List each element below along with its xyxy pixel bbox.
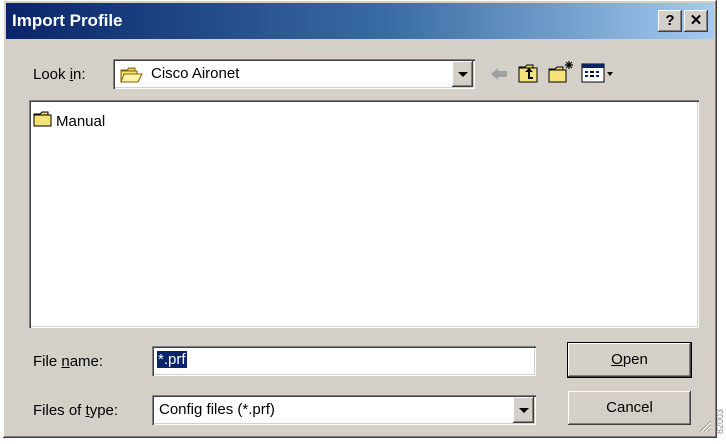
file-type-dropdown-arrow[interactable] bbox=[513, 397, 534, 423]
window-title: Import Profile bbox=[12, 11, 123, 30]
file-type-dropdown[interactable]: Config files (*.prf) bbox=[152, 395, 536, 425]
open-folder-icon bbox=[120, 67, 144, 88]
list-item[interactable]: Manual bbox=[33, 110, 105, 132]
folder-icon bbox=[33, 111, 53, 132]
open-button[interactable]: Open bbox=[567, 342, 692, 378]
file-name-label: Manual bbox=[56, 112, 106, 130]
close-button[interactable]: ✕ bbox=[684, 10, 708, 32]
look-in-label: Look in: bbox=[33, 66, 86, 83]
file-name-value: *.prf bbox=[157, 351, 187, 368]
look-in-value: Cisco Aironet bbox=[151, 65, 240, 82]
file-name-input[interactable]: *.prf bbox=[152, 346, 536, 376]
file-type-label: Files of type: bbox=[33, 402, 119, 419]
figure-number: 82003 bbox=[715, 408, 725, 434]
back-arrow-icon[interactable] bbox=[489, 66, 509, 87]
import-profile-dialog: Import Profile ? ✕ Look in: Cisco Airone… bbox=[3, 0, 717, 438]
file-name-label-text: File name: bbox=[33, 353, 104, 370]
cancel-button[interactable]: Cancel bbox=[568, 391, 691, 425]
file-type-value: Config files (*.prf) bbox=[159, 401, 275, 418]
title-bar[interactable]: Import Profile ? ✕ bbox=[6, 3, 714, 39]
look-in-dropdown[interactable]: Cisco Aironet bbox=[113, 59, 475, 89]
up-folder-icon[interactable] bbox=[517, 62, 541, 89]
view-menu-icon[interactable] bbox=[581, 62, 615, 89]
look-in-dropdown-arrow[interactable] bbox=[452, 61, 473, 87]
file-list[interactable]: Manual bbox=[29, 100, 699, 328]
help-button[interactable]: ? bbox=[658, 10, 682, 32]
resize-grip-icon[interactable] bbox=[698, 419, 712, 433]
new-folder-icon[interactable] bbox=[547, 60, 575, 89]
